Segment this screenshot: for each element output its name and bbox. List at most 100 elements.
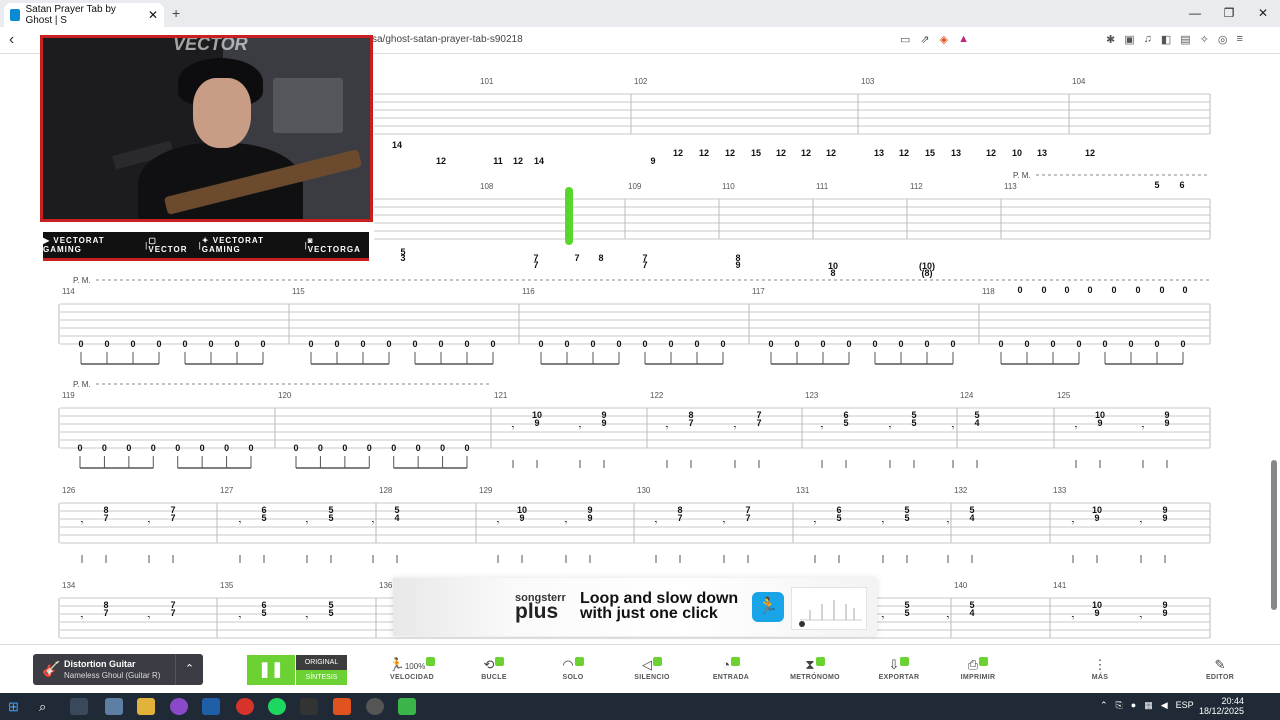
close-window-button[interactable]: ✕ — [1246, 0, 1280, 27]
sound-mode-toggle[interactable]: ORIGINAL SÍNTESIS — [296, 655, 347, 685]
print-icon: ⎙ — [948, 657, 1008, 674]
lock-icon — [730, 657, 740, 666]
tab-note: 0 — [182, 339, 187, 349]
tab-note: 8 — [598, 253, 603, 263]
tab-note: 5 — [904, 513, 909, 523]
extensions-icon[interactable]: ✱ — [1106, 33, 1115, 46]
browser-titlebar: Satan Prayer Tab by Ghost | S ✕ + — ❐ ✕ — [0, 0, 1280, 27]
language-indicator[interactable]: ESP — [1176, 700, 1194, 711]
scrollbar[interactable] — [1271, 54, 1277, 644]
install-icon[interactable]: ▭ — [900, 33, 910, 46]
pause-button[interactable]: ❚❚ — [247, 655, 295, 685]
tool-solo[interactable]: ◠ SOLO — [543, 657, 603, 681]
brave-icon[interactable] — [333, 698, 351, 715]
tab-note: 0 — [416, 443, 421, 453]
tab-note: 0 — [846, 339, 851, 349]
tab-note: 0 — [1159, 285, 1164, 295]
mode-original[interactable]: ORIGINAL — [296, 655, 347, 670]
tab-note: 12 — [1085, 148, 1095, 158]
guitar-icon: 🎸 — [42, 661, 61, 678]
minimize-button[interactable]: — — [1178, 0, 1212, 27]
media-icon[interactable]: ♫ — [1144, 33, 1152, 46]
instrument-selector[interactable]: 🎸 Distortion Guitar Nameless Ghoul (Guit… — [33, 654, 203, 685]
rest-symbol: 𝄾 — [81, 613, 84, 624]
measure-number: 134 — [62, 581, 76, 590]
sidebar-icon[interactable]: ◧ — [1161, 33, 1171, 46]
brave-rewards-icon[interactable]: ▲ — [958, 33, 969, 46]
rest-symbol: 𝄾 — [81, 518, 84, 529]
rest-symbol: 𝄾 — [239, 518, 242, 529]
search-icon[interactable]: ⌕ — [39, 698, 57, 715]
tab-note: 0 — [1111, 285, 1116, 295]
obs-icon[interactable] — [366, 698, 384, 715]
reader-icon[interactable]: ▣ — [1124, 33, 1134, 46]
overlay-brand: VECTOR — [173, 35, 248, 54]
browser-tab[interactable]: Satan Prayer Tab by Ghost | S ✕ — [4, 3, 164, 27]
tool-más[interactable]: ⋮ MÁS — [1070, 657, 1130, 681]
folder-icon[interactable] — [137, 698, 155, 715]
brave-shield-icon[interactable]: ◈ — [940, 33, 948, 46]
nvidia-icon[interactable] — [398, 698, 416, 715]
maximize-button[interactable]: ❐ — [1212, 0, 1246, 27]
palm-mute-label: P. M. — [73, 276, 91, 285]
tab-note: 15 — [925, 148, 935, 158]
chevron-up-icon[interactable]: ⌃ — [1100, 700, 1108, 711]
chevron-up-icon[interactable]: ⌃ — [175, 654, 203, 685]
clock[interactable]: 20:44 18/12/2025 — [1199, 696, 1244, 716]
lock-icon — [495, 657, 505, 666]
capcut-icon[interactable] — [300, 698, 318, 715]
discord-icon[interactable] — [170, 698, 188, 715]
tab-note: 5 — [328, 513, 333, 523]
tab-note: 0 — [200, 443, 205, 453]
rest-symbol: 𝄾 — [952, 423, 955, 434]
menu-icon[interactable]: ≡ — [1237, 33, 1243, 46]
tool-exportar[interactable]: ⇩ EXPORTAR — [869, 657, 929, 681]
tool-bucle[interactable]: ⟲ BUCLE — [464, 657, 524, 681]
tab-note: 0 — [720, 339, 725, 349]
new-tab-button[interactable]: + — [172, 5, 180, 21]
tab-note: 7 — [533, 260, 538, 270]
back-icon[interactable]: ‹ — [9, 31, 14, 49]
file-explorer-icon[interactable] — [105, 698, 123, 715]
player-controls: 🎸 Distortion Guitar Nameless Ghoul (Guit… — [0, 644, 1280, 693]
tool-metrónomo[interactable]: ⧗ METRÓNOMO — [785, 657, 845, 681]
tab-note: 0 — [104, 339, 109, 349]
tab-note: 0 — [1087, 285, 1092, 295]
tab-note: 0 — [668, 339, 673, 349]
mode-sintesis[interactable]: SÍNTESIS — [296, 670, 347, 685]
windows-start-icon[interactable]: ⊞ — [8, 698, 26, 715]
leo-icon[interactable]: ✧ — [1200, 33, 1209, 46]
tool-velocidad[interactable]: 🏃100% VELOCIDAD — [382, 657, 442, 681]
tab-note: 12 — [826, 148, 836, 158]
spotify-icon[interactable] — [268, 698, 286, 715]
loop-icon: ⟲ — [464, 657, 524, 674]
songsterr-plus-promo[interactable]: songsterr plus Loop and slow down with j… — [393, 578, 877, 636]
wallet-icon[interactable]: ▤ — [1180, 33, 1190, 46]
share-icon[interactable]: ⇗ — [920, 33, 929, 46]
tool-silencio[interactable]: ◁ SILENCIO — [622, 657, 682, 681]
steam-icon[interactable] — [202, 698, 220, 715]
tab-note: 0 — [1180, 339, 1185, 349]
tool-imprimir[interactable]: ⎙ IMPRIMIR — [948, 657, 1008, 681]
tab-note: 9 — [650, 156, 655, 166]
scrollbar-thumb[interactable] — [1271, 460, 1277, 610]
app-icon[interactable] — [236, 698, 254, 715]
measure-number: 129 — [479, 486, 493, 495]
task-view-icon[interactable] — [70, 698, 88, 715]
tab-note: 8 — [830, 268, 835, 278]
tab-note: (8) — [922, 268, 933, 278]
system-tray[interactable]: ⌃ ⎘ ● ▦ ◀ ESP — [1100, 700, 1194, 711]
url-text[interactable]: sa/ghost-satan-prayer-tab-s90218 — [372, 34, 523, 45]
lock-icon — [815, 657, 825, 666]
measure-number: 102 — [634, 77, 648, 86]
tab-note: 0 — [898, 339, 903, 349]
tool-editor[interactable]: ✎ EDITOR — [1190, 657, 1250, 681]
tab-close-icon[interactable]: ✕ — [148, 8, 158, 22]
tool-entrada[interactable]: ◔ ENTRADA — [701, 657, 761, 681]
measure-number: 116 — [522, 287, 535, 296]
measure-number: 108 — [480, 182, 494, 191]
vpn-icon[interactable]: ◎ — [1218, 33, 1228, 46]
measure-number: 128 — [379, 486, 393, 495]
tab-note: 0 — [538, 339, 543, 349]
tab-note: 4 — [394, 513, 399, 523]
